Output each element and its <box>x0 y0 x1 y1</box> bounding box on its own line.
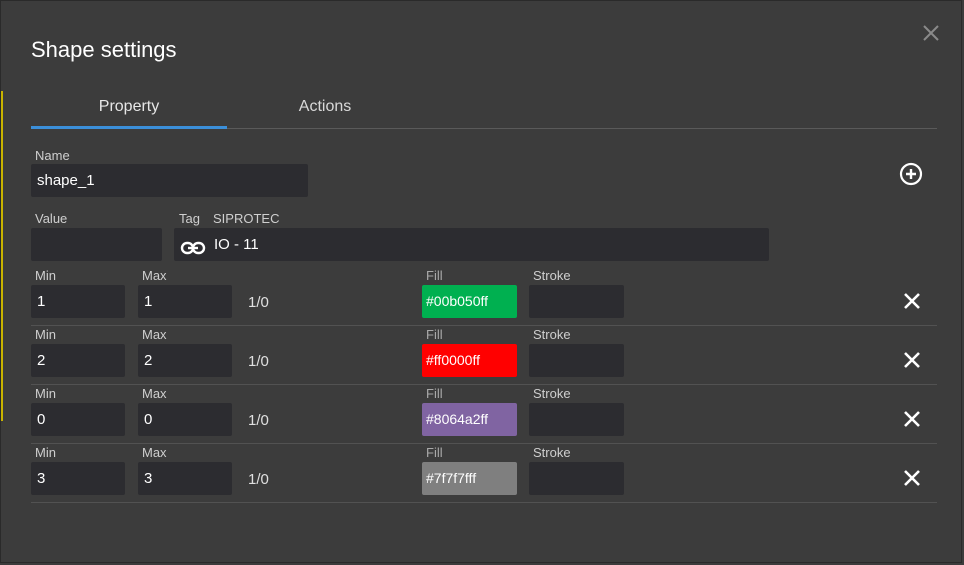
stroke-label: Stroke <box>533 327 571 342</box>
fill-label: Fill <box>426 386 443 401</box>
fill-color-field[interactable]: #00b050ff <box>422 285 517 318</box>
max-field[interactable]: 1 <box>138 285 232 318</box>
tab-property[interactable]: Property <box>31 87 227 129</box>
max-label: Max <box>142 327 167 342</box>
fill-label: Fill <box>426 445 443 460</box>
name-field[interactable]: shape_1 <box>31 164 308 197</box>
stroke-color-field[interactable] <box>529 285 624 318</box>
min-field[interactable]: 1 <box>31 285 125 318</box>
min-label: Min <box>35 327 56 342</box>
min-field[interactable]: 0 <box>31 403 125 436</box>
tag-value: IO - 11 <box>214 236 259 253</box>
tab-actions[interactable]: Actions <box>227 87 423 127</box>
tab-bar: Property Actions <box>31 87 937 129</box>
ratio-text: 1/0 <box>248 294 269 311</box>
name-label: Name <box>35 148 70 163</box>
row-divider <box>31 443 937 444</box>
shape-settings-dialog: Shape settings Property Actions Name sha… <box>0 0 962 563</box>
min-label: Min <box>35 268 56 283</box>
value-label: Value <box>35 211 68 226</box>
ratio-text: 1/0 <box>248 353 269 370</box>
link-icon[interactable] <box>180 236 206 255</box>
dialog-title: Shape settings <box>31 37 177 62</box>
ratio-text: 1/0 <box>248 471 269 488</box>
tag-field[interactable]: IO - 11 <box>174 228 769 261</box>
delete-rule-icon[interactable] <box>900 289 924 313</box>
fill-color-field[interactable]: #ff0000ff <box>422 344 517 377</box>
max-label: Max <box>142 268 167 283</box>
stroke-color-field[interactable] <box>529 462 624 495</box>
max-field[interactable]: 0 <box>138 403 232 436</box>
stroke-label: Stroke <box>533 445 571 460</box>
max-label: Max <box>142 386 167 401</box>
tag-label: Tag <box>179 211 200 226</box>
min-label: Min <box>35 445 56 460</box>
min-field[interactable]: 3 <box>31 462 125 495</box>
ratio-text: 1/0 <box>248 412 269 429</box>
edge-accent <box>1 91 3 421</box>
row-divider <box>31 325 937 326</box>
max-field[interactable]: 2 <box>138 344 232 377</box>
min-field[interactable]: 2 <box>31 344 125 377</box>
stroke-label: Stroke <box>533 386 571 401</box>
value-field[interactable] <box>31 228 162 261</box>
fill-label: Fill <box>426 268 443 283</box>
max-field[interactable]: 3 <box>138 462 232 495</box>
tag-source: SIPROTEC <box>213 211 280 226</box>
close-icon[interactable] <box>919 21 943 45</box>
stroke-label: Stroke <box>533 268 571 283</box>
row-divider <box>31 502 937 503</box>
delete-rule-icon[interactable] <box>900 348 924 372</box>
fill-label: Fill <box>426 327 443 342</box>
delete-rule-icon[interactable] <box>900 407 924 431</box>
stroke-color-field[interactable] <box>529 344 624 377</box>
min-label: Min <box>35 386 56 401</box>
plus-circle-icon[interactable] <box>899 162 923 186</box>
fill-color-field[interactable]: #8064a2ff <box>422 403 517 436</box>
fill-color-field[interactable]: #7f7f7fff <box>422 462 517 495</box>
delete-rule-icon[interactable] <box>900 466 924 490</box>
stroke-color-field[interactable] <box>529 403 624 436</box>
row-divider <box>31 384 937 385</box>
max-label: Max <box>142 445 167 460</box>
